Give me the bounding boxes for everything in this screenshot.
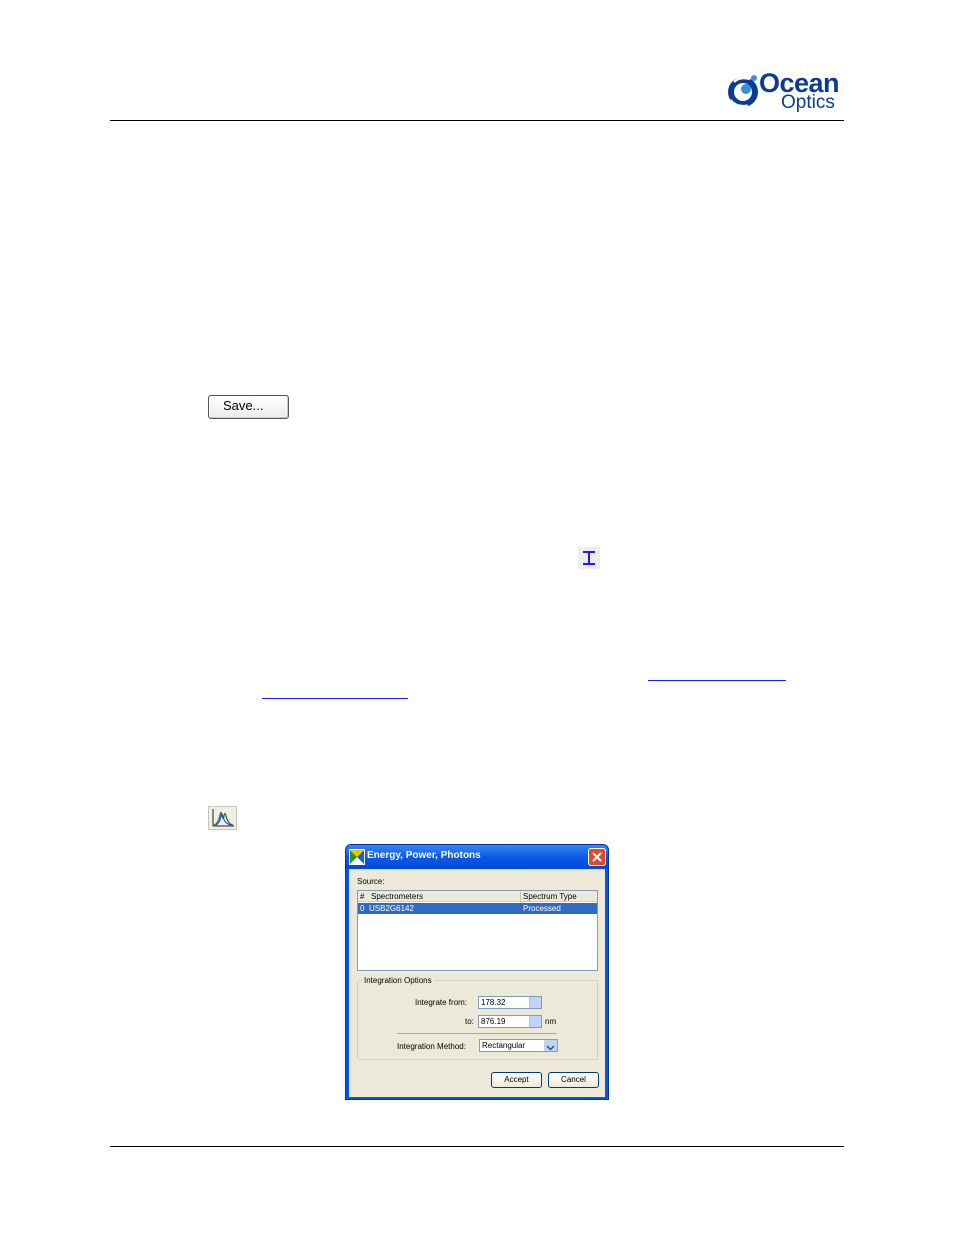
integrate-to-value: 876.19 [481, 1017, 506, 1026]
unit-label: nm [545, 1017, 557, 1026]
integration-method-value: Rectangular [482, 1041, 526, 1050]
energy-power-photons-dialog: Energy, Power, Photons Source: # Spectro… [345, 844, 609, 1100]
column-header-spectrometers[interactable]: Spectrometers [371, 892, 423, 901]
close-icon [592, 852, 602, 862]
integrate-from-value: 178.32 [481, 998, 506, 1007]
app-icon [349, 849, 365, 865]
integrate-from-spinner[interactable]: 178.32 [478, 996, 542, 1009]
column-divider [520, 891, 521, 902]
logo-word-optics: Optics [781, 92, 835, 113]
footer-rule [110, 1146, 844, 1147]
row-num: 0 [360, 904, 365, 913]
column-header-spectrum-type[interactable]: Spectrum Type [523, 892, 577, 901]
row-spectrum-type: Processed [523, 904, 561, 913]
integration-options-label: Integration Options [362, 976, 434, 985]
column-header-num[interactable]: # [360, 892, 364, 901]
spectrometer-list[interactable]: # Spectrometers Spectrum Type 0 USB2G614… [357, 890, 598, 971]
chevron-down-icon[interactable] [544, 1040, 557, 1051]
dialog-title: Energy, Power, Photons [367, 850, 481, 861]
integrate-from-label: Integrate from: [415, 998, 468, 1007]
list-header: # Spectrometers Spectrum Type [358, 891, 597, 902]
separator [397, 1033, 557, 1034]
ocean-optics-logo: Ocean Optics [726, 68, 846, 118]
source-label: Source: [357, 877, 385, 886]
spinner-arrows-icon[interactable] [529, 997, 541, 1008]
integrate-to-spinner[interactable]: 876.19 [478, 1015, 542, 1028]
to-label: to: [465, 1017, 474, 1026]
list-item[interactable]: 0 USB2G6142 Processed [358, 903, 597, 914]
document-page: Ocean Optics Save... Energy, Power, Phot… [0, 0, 954, 1235]
row-spectrometer: USB2G6142 [369, 904, 414, 913]
integration-method-select[interactable]: Rectangular [479, 1039, 558, 1052]
dialog-titlebar[interactable]: Energy, Power, Photons [346, 845, 608, 869]
header-rule [110, 120, 844, 121]
dialog-body: Source: # Spectrometers Spectrum Type 0 … [349, 869, 605, 1097]
accept-button[interactable]: Accept [491, 1072, 542, 1088]
hyperlink-underline[interactable] [262, 698, 408, 699]
integration-marker-icon [578, 547, 600, 569]
ocean-optics-swirl-logo-icon [728, 75, 758, 108]
cancel-button[interactable]: Cancel [548, 1072, 599, 1088]
spectrum-peak-icon [208, 806, 237, 830]
spinner-arrows-icon[interactable] [529, 1016, 541, 1027]
close-button[interactable] [588, 848, 606, 866]
integration-method-label: Integration Method: [397, 1042, 466, 1051]
save-button[interactable]: Save... [208, 395, 289, 419]
hyperlink-underline[interactable] [648, 680, 786, 681]
